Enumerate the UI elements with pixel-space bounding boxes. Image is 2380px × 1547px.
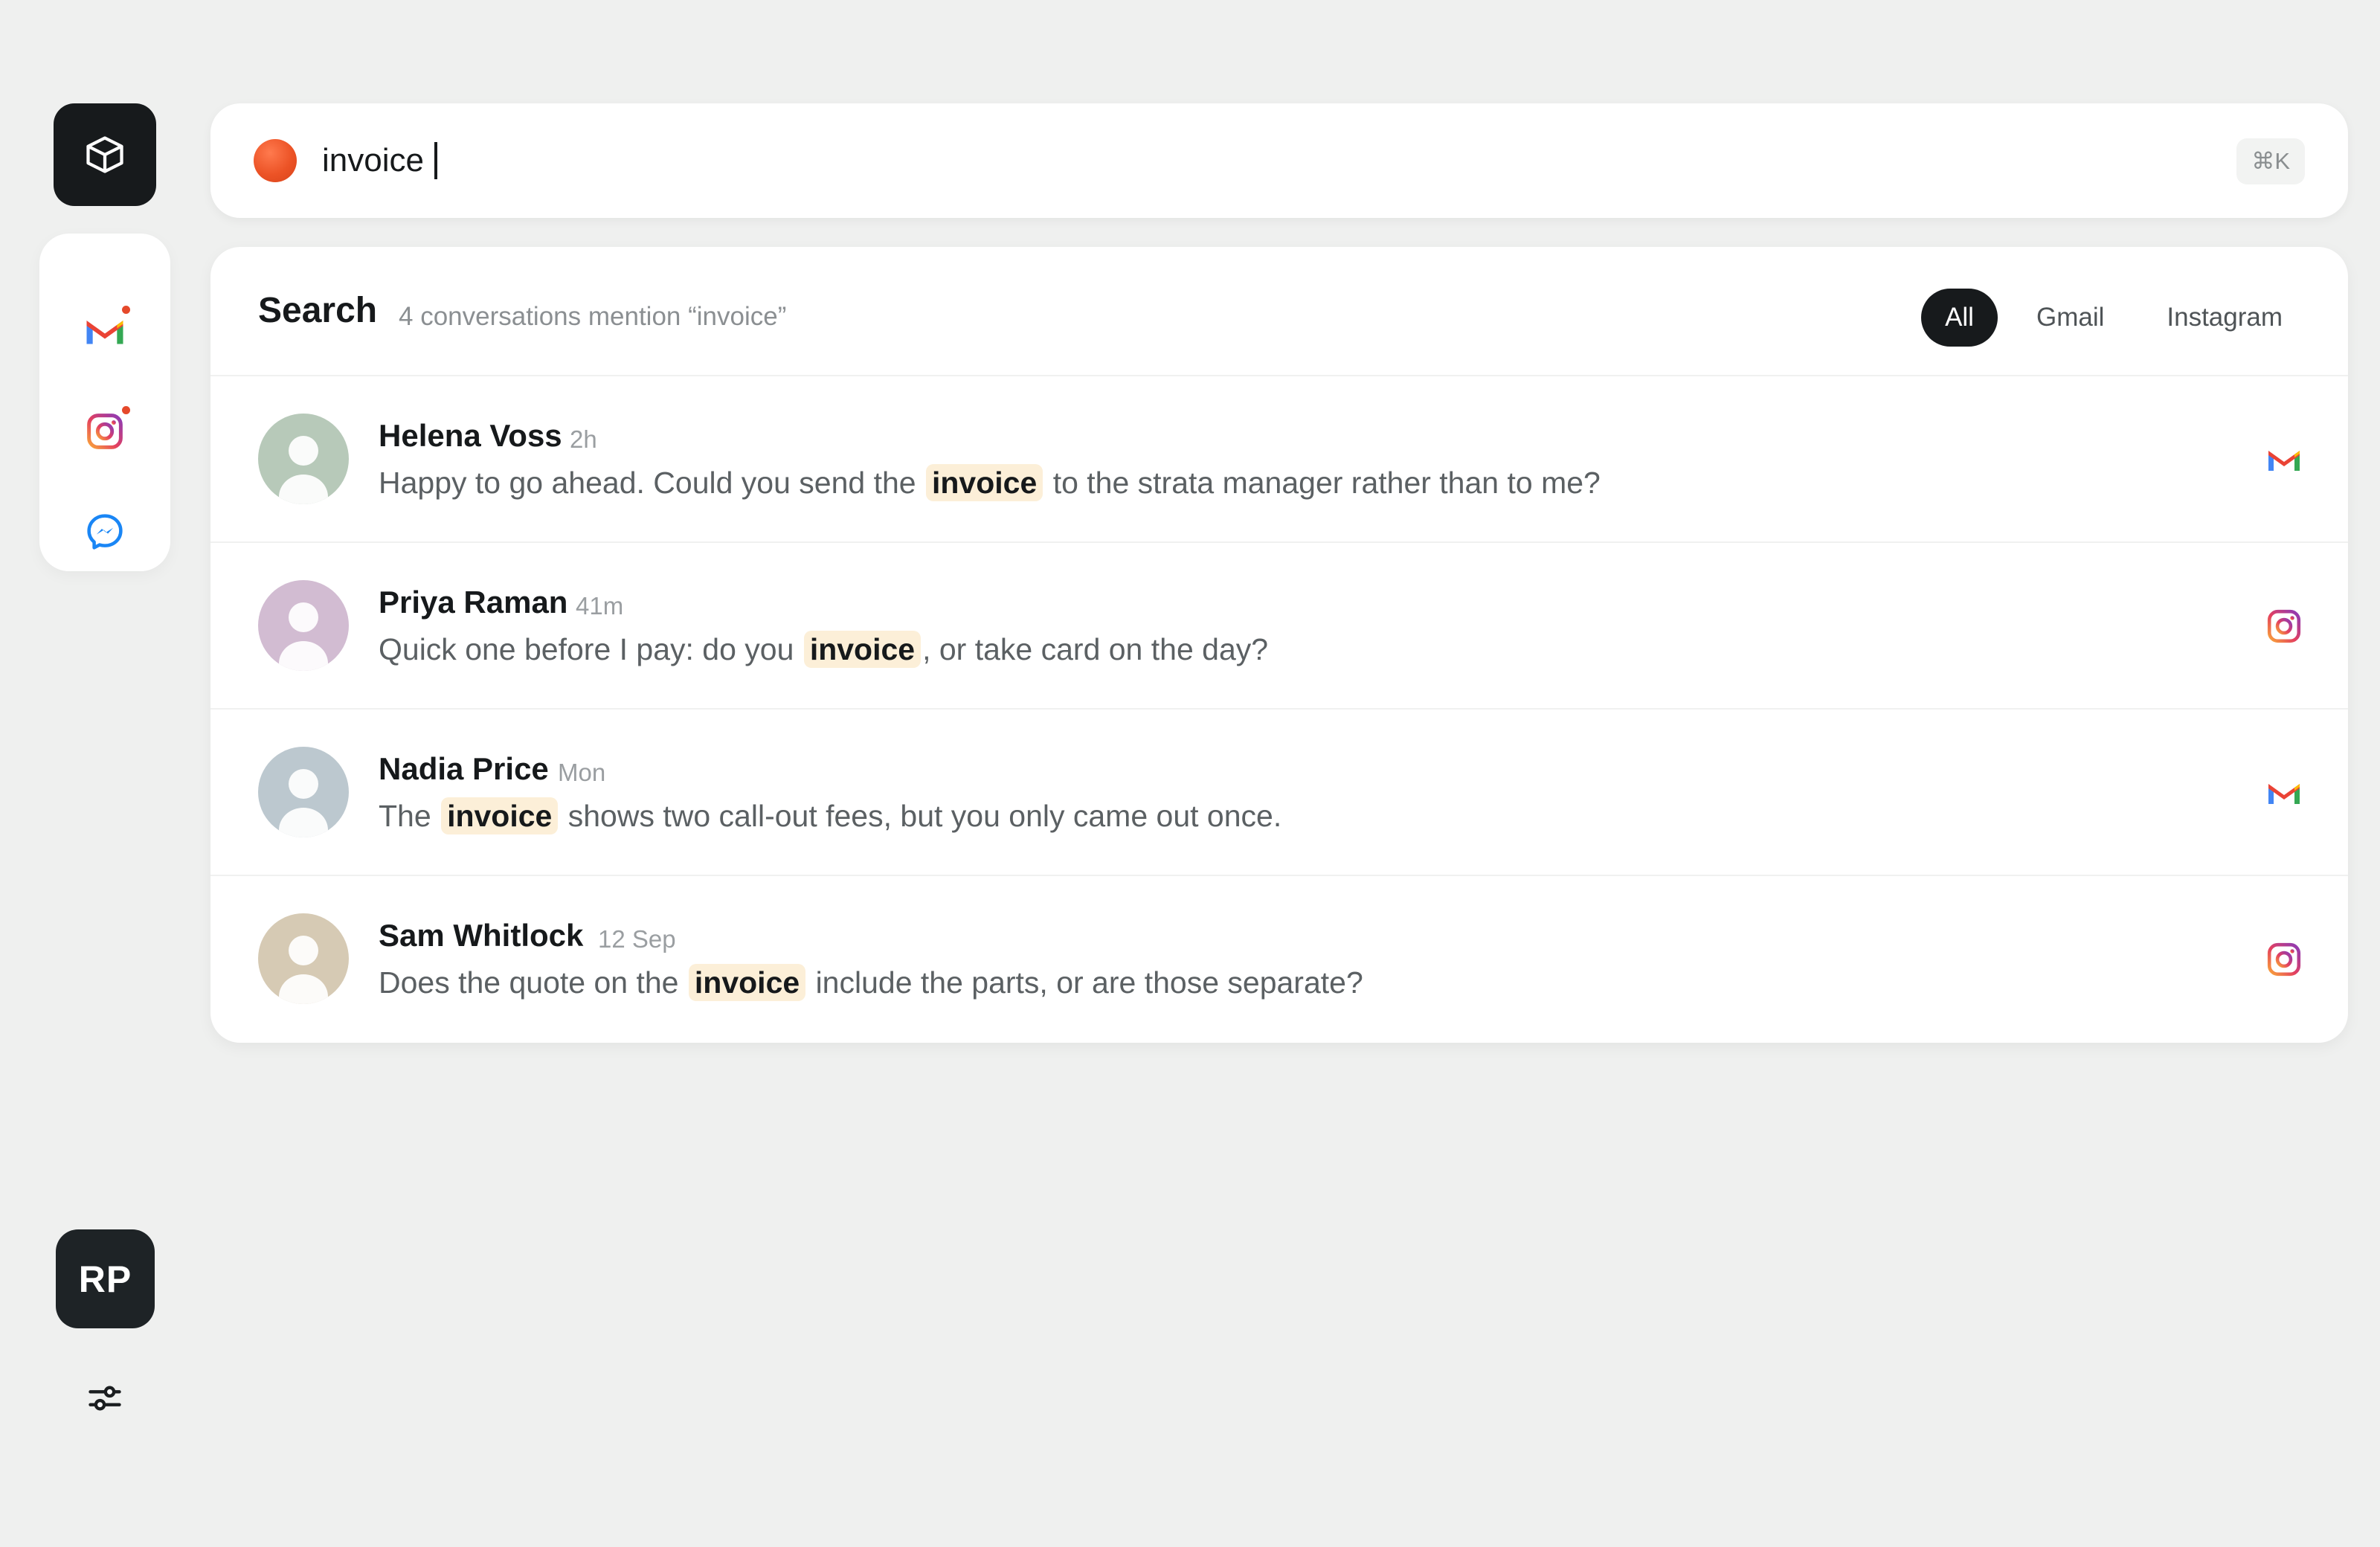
settings-button[interactable]: [77, 1370, 133, 1427]
search-results-panel: Search 4 conversations mention “invoice”…: [210, 247, 2348, 1043]
channel-badge: [2262, 937, 2306, 982]
message-snippet: Quick one before I pay: do you invoice, …: [379, 631, 1269, 668]
unread-dot: [122, 406, 130, 414]
message-snippet: Happy to go ahead. Could you send the in…: [379, 464, 1601, 501]
message-time: Mon: [558, 759, 606, 786]
user-avatar-button[interactable]: RP: [56, 1229, 155, 1328]
user-initials: RP: [78, 1258, 132, 1300]
match-highlight: invoice: [803, 631, 922, 668]
instagram-icon: [87, 414, 123, 449]
message-snippet: The invoice shows two call-out fees, but…: [379, 797, 1282, 834]
conversation-row[interactable]: Priya Raman 41m Quick one before I pay: …: [210, 543, 2348, 710]
contact-avatar: [258, 580, 349, 671]
channel-badge: [2262, 771, 2306, 815]
text-cursor: [434, 142, 437, 179]
contact-avatar: [258, 747, 349, 837]
conversation-row[interactable]: Sam Whitlock 12 Sep Does the quote on th…: [210, 876, 2348, 1043]
assistant-orb-icon: [254, 139, 297, 182]
match-highlight: invoice: [441, 797, 559, 834]
conversation-row[interactable]: Nadia Price Mon The invoice shows two ca…: [210, 710, 2348, 876]
channel-badge: [2262, 604, 2306, 649]
cube-icon: [86, 136, 123, 173]
sliders-icon: [89, 1386, 121, 1411]
rail-instagram-button[interactable]: [75, 402, 135, 461]
person-icon: [279, 769, 328, 837]
contact-name: Helena Voss: [379, 418, 562, 453]
snippet-before: Does the quote on the: [379, 965, 679, 1000]
person-icon: [279, 936, 328, 1004]
instagram-icon: [2267, 942, 2301, 977]
app: RP ⌘K Search 4 conversations mention “in…: [0, 0, 2380, 1547]
snippet-after: to the strata manager rather than to me?: [1052, 466, 1601, 500]
gmail-icon: [2268, 784, 2300, 804]
search-input[interactable]: [322, 130, 2107, 191]
snippet-before: Quick one before I pay: do you: [379, 632, 794, 666]
message-snippet: Does the quote on the invoice include th…: [379, 964, 1363, 1001]
filter-instagram[interactable]: Instagram: [2143, 289, 2306, 347]
message-time: 12 Sep: [598, 925, 676, 953]
rail-gmail-button[interactable]: [75, 301, 135, 361]
person-icon: [279, 602, 328, 671]
match-highlight: invoice: [688, 964, 806, 1001]
app-logo-button[interactable]: [54, 103, 156, 206]
contact-avatar: [258, 913, 349, 1004]
filter-gmail[interactable]: Gmail: [2013, 289, 2128, 347]
conversation-row[interactable]: Helena Voss 2h Happy to go ahead. Could …: [210, 376, 2348, 543]
results-summary: 4 conversations mention “invoice”: [399, 302, 787, 331]
snippet-before: The: [379, 799, 431, 833]
contact-avatar: [258, 414, 349, 504]
results-header: Search 4 conversations mention “invoice”…: [210, 247, 2348, 376]
snippet-before: Happy to go ahead. Could you send the: [379, 466, 916, 500]
results-title: Search: [258, 291, 378, 330]
snippet-after: shows two call-out fees, but you only ca…: [567, 799, 1282, 833]
unread-dot: [122, 306, 130, 314]
messenger-icon: [87, 514, 123, 550]
shortcut-hint: ⌘K: [2236, 138, 2305, 184]
contact-name: Priya Raman: [379, 585, 568, 620]
contact-name: Sam Whitlock: [379, 918, 584, 953]
snippet-after: , or take card on the day?: [922, 632, 1269, 666]
channel-badge: [2262, 437, 2306, 482]
filter-tabs: All Gmail Instagram: [1921, 289, 2306, 347]
match-highlight: invoice: [926, 464, 1043, 501]
snippet-after: include the parts, or are those separate…: [815, 965, 1363, 1000]
message-time: 41m: [576, 592, 624, 620]
channel-rail: [39, 234, 170, 571]
gmail-icon: [2268, 451, 2300, 471]
search-bar: ⌘K: [210, 103, 2348, 218]
filter-all[interactable]: All: [1921, 289, 1998, 347]
gmail-icon: [86, 321, 123, 344]
message-time: 2h: [570, 425, 597, 453]
contact-name: Nadia Price: [379, 751, 549, 786]
instagram-icon: [2267, 609, 2301, 643]
rail-messenger-button[interactable]: [75, 502, 135, 562]
person-icon: [279, 436, 328, 504]
